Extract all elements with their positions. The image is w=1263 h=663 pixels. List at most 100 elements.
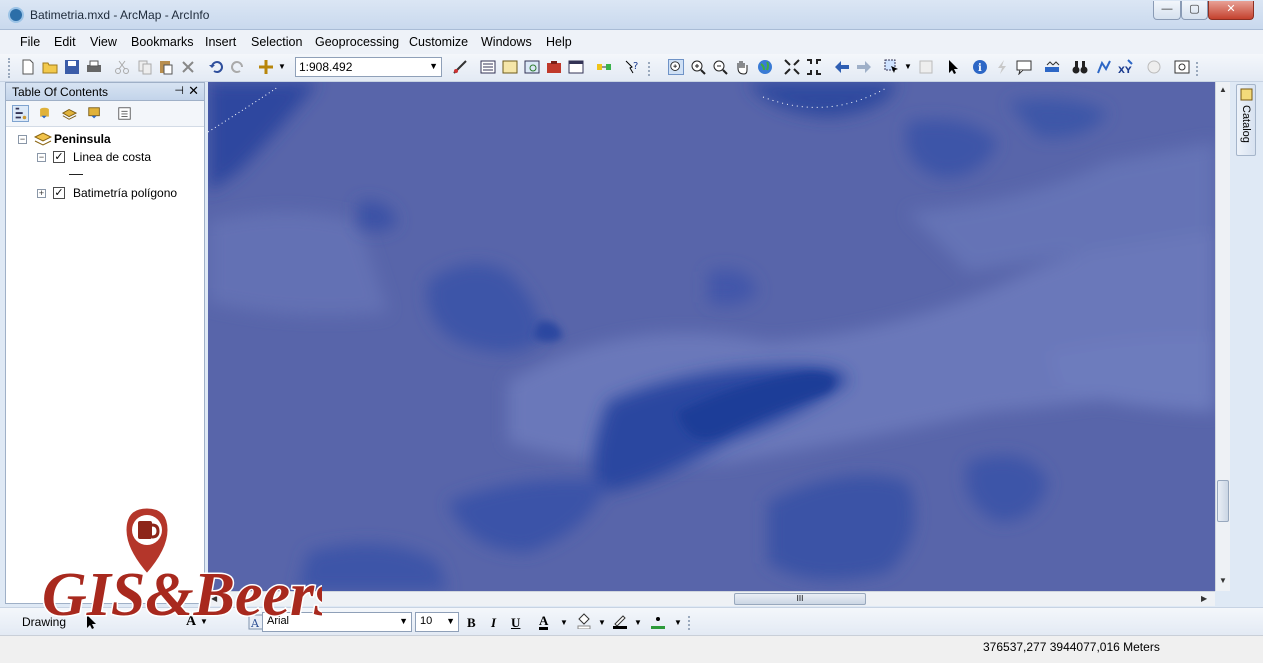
chevron-down-icon[interactable]: ▼ [429, 61, 438, 71]
list-by-drawing-order-icon[interactable] [12, 105, 29, 122]
marker-color-icon[interactable] [650, 613, 666, 629]
create-viewer-window-icon[interactable] [1174, 59, 1190, 75]
italic-button[interactable]: I [491, 615, 496, 631]
catalog-side-tab[interactable]: Catalog [1236, 84, 1256, 156]
find-route-icon[interactable] [1096, 59, 1112, 75]
close-icon[interactable]: ✕ [188, 83, 199, 99]
delete-icon[interactable] [180, 59, 196, 75]
vertical-scroll-thumb[interactable] [1217, 480, 1229, 522]
layer-name[interactable]: Batimetría polígono [73, 186, 177, 200]
fixed-zoom-out-icon[interactable] [806, 59, 822, 75]
font-size-combobox[interactable]: 10 ▼ [415, 612, 459, 632]
scroll-down-arrow[interactable]: ▼ [1219, 576, 1227, 585]
python-window-icon[interactable] [568, 59, 584, 75]
zoom-in-tool-icon[interactable] [668, 59, 684, 75]
list-by-source-icon[interactable] [36, 105, 53, 122]
data-frame-row[interactable]: − Peninsula [16, 131, 196, 147]
underline-button[interactable]: U [511, 615, 520, 631]
zoom-out-icon[interactable] [712, 59, 728, 75]
expand-expander[interactable]: + [37, 189, 46, 198]
full-extent-globe-icon[interactable] [757, 59, 773, 75]
chevron-down-icon[interactable]: ▼ [446, 616, 455, 626]
whats-this-help-icon[interactable]: ? [624, 59, 640, 75]
go-forward-arrow-icon[interactable] [856, 59, 872, 75]
menu-windows[interactable]: Windows [481, 35, 532, 49]
list-by-visibility-icon[interactable] [61, 105, 78, 122]
select-features-dropdown-arrow[interactable]: ▼ [904, 62, 912, 71]
editor-toolbar-icon[interactable] [452, 59, 468, 75]
search-window-icon[interactable] [524, 59, 540, 75]
go-to-xy-icon[interactable]: XY [1118, 59, 1134, 75]
menu-insert[interactable]: Insert [205, 35, 236, 49]
map-display[interactable] [208, 82, 1215, 591]
clear-selection-icon[interactable] [918, 59, 934, 75]
pan-hand-icon[interactable] [734, 59, 750, 75]
print-icon[interactable] [86, 59, 102, 75]
save-icon[interactable] [64, 59, 80, 75]
html-popup-icon[interactable] [1016, 59, 1032, 75]
layer-row-batimetria-poligono[interactable]: + ✓ Batimetría polígono [16, 185, 196, 201]
go-back-arrow-icon[interactable] [834, 59, 850, 75]
menu-bookmarks[interactable]: Bookmarks [131, 35, 194, 49]
hyperlink-lightning-icon[interactable] [994, 59, 1010, 75]
bathymetry-map[interactable] [208, 82, 1215, 591]
add-data-dropdown-arrow[interactable]: ▼ [278, 62, 286, 71]
menu-help[interactable]: Help [546, 35, 572, 49]
vertical-scrollbar[interactable]: ▲ ▼ [1215, 82, 1230, 591]
layer-visibility-checkbox[interactable]: ✓ [53, 187, 65, 199]
scroll-up-arrow[interactable]: ▲ [1219, 85, 1227, 94]
pin-icon[interactable]: ⊣ [174, 84, 184, 97]
line-color-pen-icon[interactable] [612, 613, 628, 629]
model-builder-icon[interactable] [596, 59, 612, 75]
collapse-expander[interactable]: − [37, 153, 46, 162]
horizontal-scroll-thumb[interactable]: III [734, 593, 866, 605]
toolbar-options-chevron-3[interactable] [688, 616, 691, 630]
catalog-window-icon[interactable] [502, 59, 518, 75]
close-button[interactable]: ✕ [1208, 1, 1254, 20]
measure-ruler-icon[interactable] [1044, 59, 1060, 75]
time-slider-icon[interactable] [1146, 59, 1162, 75]
bold-button[interactable]: B [467, 615, 476, 631]
copy-icon[interactable] [137, 59, 153, 75]
paste-icon[interactable] [158, 59, 174, 75]
list-by-selection-icon[interactable] [86, 105, 103, 122]
chevron-down-icon[interactable]: ▼ [399, 616, 408, 626]
collapse-expander[interactable]: − [18, 135, 27, 144]
arcmap-app-icon[interactable] [8, 7, 24, 23]
menu-customize[interactable]: Customize [409, 35, 468, 49]
maximize-button[interactable]: ▢ [1181, 1, 1208, 20]
cut-icon[interactable] [114, 59, 130, 75]
redo-icon[interactable] [230, 59, 246, 75]
layer-name[interactable]: Linea de costa [73, 150, 151, 164]
fill-color-dropdown-arrow[interactable]: ▼ [598, 618, 606, 627]
toolbar-grip[interactable] [8, 58, 11, 78]
font-color-dropdown-arrow[interactable]: ▼ [560, 618, 568, 627]
identify-info-icon[interactable]: i [972, 59, 988, 75]
fill-color-bucket-icon[interactable] [576, 613, 592, 629]
open-folder-icon[interactable] [42, 59, 58, 75]
font-color-button[interactable]: A [539, 614, 549, 630]
find-binoculars-icon[interactable] [1072, 59, 1088, 75]
toolbar-options-chevron[interactable] [648, 62, 651, 76]
toc-options-icon[interactable] [116, 105, 133, 122]
fixed-zoom-in-icon[interactable] [784, 59, 800, 75]
select-elements-arrow-icon[interactable] [946, 59, 962, 75]
select-features-icon[interactable] [884, 59, 900, 75]
add-data-icon[interactable] [258, 59, 274, 75]
horizontal-scrollbar[interactable]: ◀ III ▶ [208, 591, 1215, 606]
scroll-right-arrow[interactable]: ▶ [1201, 594, 1207, 603]
layer-visibility-checkbox[interactable]: ✓ [53, 151, 65, 163]
layer-row-linea-de-costa[interactable]: − ✓ Linea de costa [16, 149, 196, 165]
menu-file[interactable]: File [20, 35, 40, 49]
data-frame-name[interactable]: Peninsula [54, 132, 111, 146]
menu-selection[interactable]: Selection [251, 35, 302, 49]
minimize-button[interactable]: — [1153, 1, 1181, 20]
menu-edit[interactable]: Edit [54, 35, 76, 49]
arctoolbox-icon[interactable] [546, 59, 562, 75]
zoom-in-icon[interactable] [690, 59, 706, 75]
map-scale-combobox[interactable]: 1:908.492 ▼ [295, 57, 442, 77]
menu-view[interactable]: View [90, 35, 117, 49]
new-document-icon[interactable] [20, 59, 36, 75]
toolbar-options-chevron-2[interactable] [1196, 62, 1199, 76]
line-color-dropdown-arrow[interactable]: ▼ [634, 618, 642, 627]
